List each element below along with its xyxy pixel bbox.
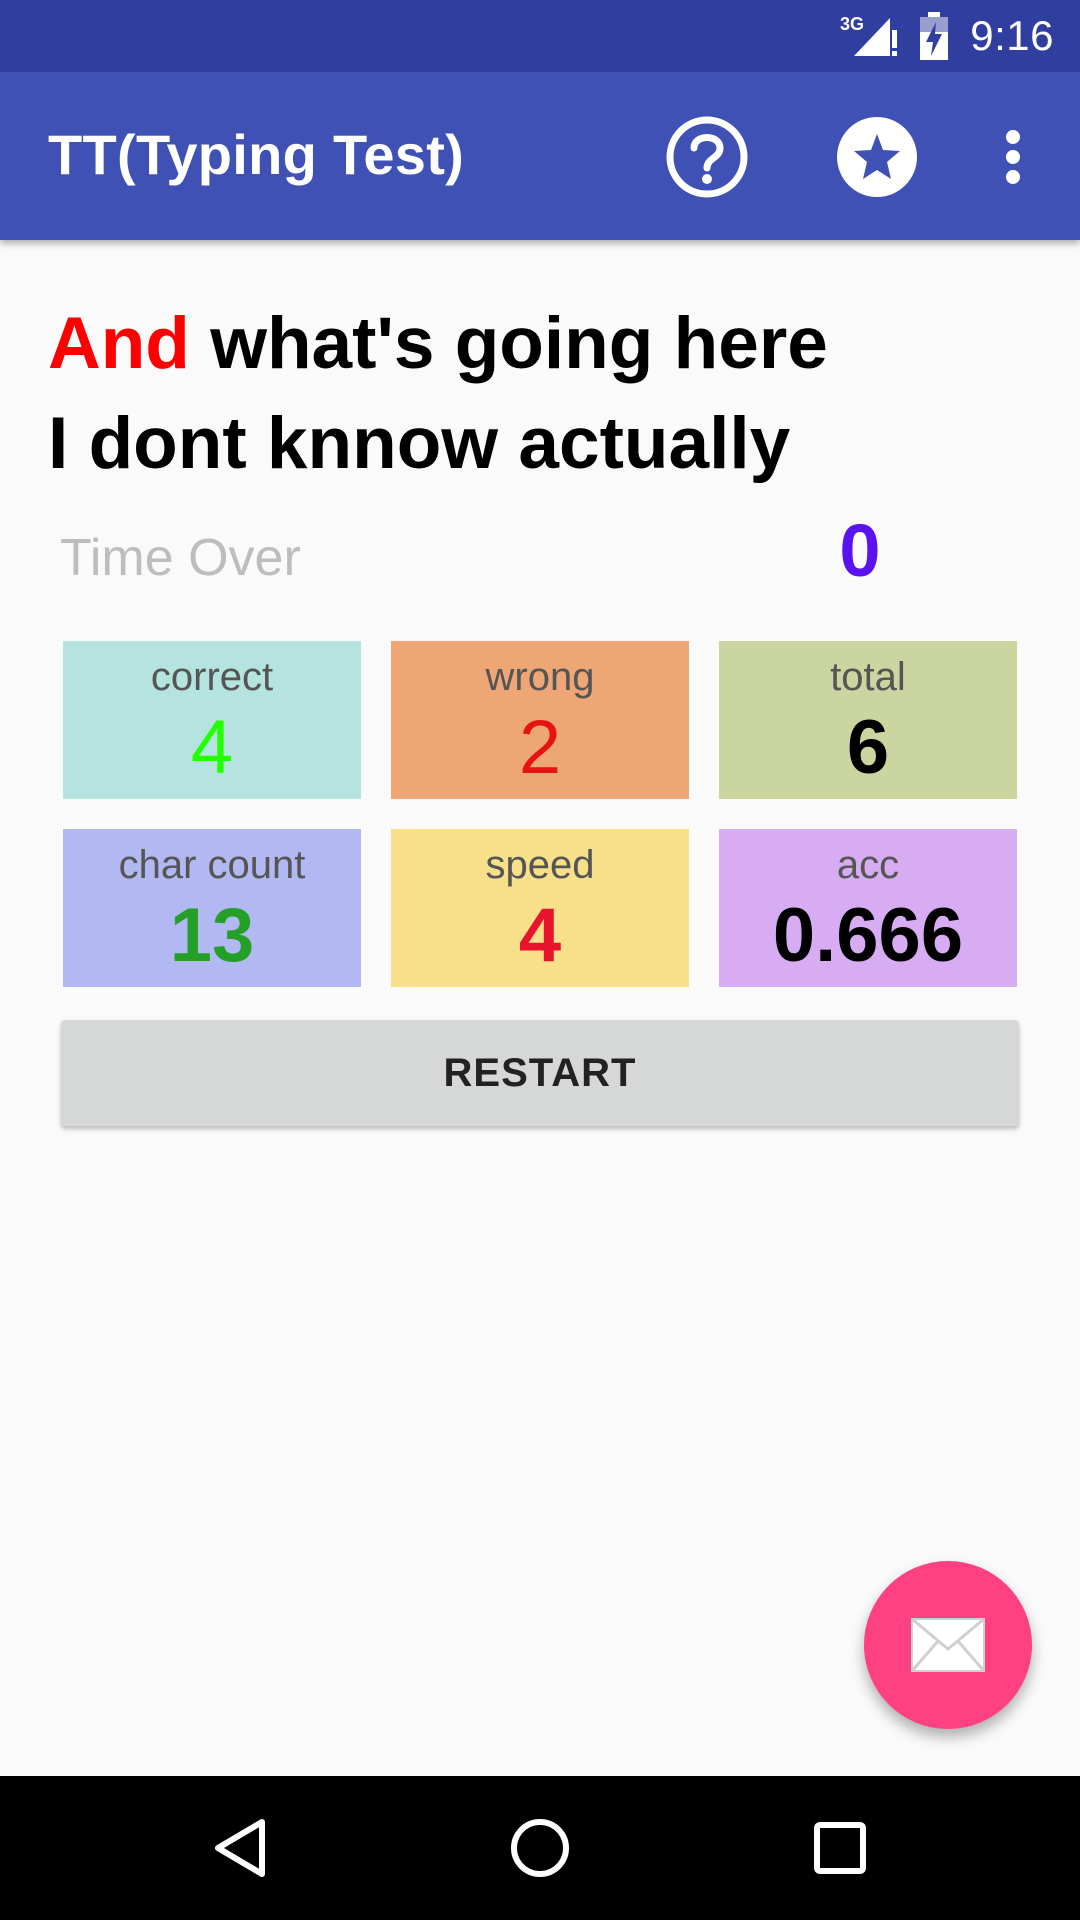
sentence-rest-line1: what's going here: [189, 303, 828, 384]
app-title: TT(Typing Test): [48, 123, 465, 186]
correct-value: 4: [190, 705, 234, 790]
speed-value: 4: [518, 893, 562, 978]
back-icon: [215, 1819, 265, 1877]
home-icon: [511, 1819, 569, 1877]
overflow-menu-button[interactable]: [990, 122, 1036, 192]
timer-value: 0: [839, 509, 881, 592]
home-button[interactable]: [490, 1798, 590, 1898]
correct-card: correct 4: [63, 641, 361, 799]
time-status-label: Time Over: [60, 529, 301, 587]
char-count-label: char count: [118, 843, 306, 887]
battery-charging-icon: [920, 12, 949, 60]
help-button[interactable]: [664, 114, 750, 200]
accuracy-card: acc 0.666: [719, 829, 1017, 987]
help-icon: [666, 116, 748, 198]
speed-label: speed: [485, 843, 595, 887]
speed-card: speed 4: [391, 829, 689, 987]
navigation-bar: [0, 1776, 1080, 1920]
accuracy-label: acc: [836, 843, 900, 887]
mail-icon: [910, 1617, 986, 1672]
email-fab[interactable]: [864, 1561, 1032, 1729]
app-bar: TT(Typing Test): [0, 72, 1080, 240]
total-value: 6: [846, 705, 890, 790]
wrong-card: wrong 2: [391, 641, 689, 799]
rate-button[interactable]: [834, 114, 920, 200]
wrong-value: 2: [518, 705, 562, 790]
total-label: total: [830, 655, 906, 699]
svg-text:3G: 3G: [840, 14, 864, 34]
recents-icon: [814, 1822, 866, 1874]
signal-icon: 3G: [840, 12, 900, 60]
screen: 3G 9:16 TT(Typing Test) And what's going…: [0, 0, 1080, 1920]
char-count-card: char count 13: [63, 829, 361, 987]
sentence-line2: I dont knnow actually: [48, 403, 791, 484]
correct-label: correct: [150, 655, 274, 699]
restart-button[interactable]: RESTART: [61, 1020, 1019, 1126]
star-icon: [837, 117, 917, 197]
back-button[interactable]: [190, 1798, 290, 1898]
total-card: total 6: [719, 641, 1017, 799]
char-count-value: 13: [169, 893, 255, 978]
status-time: 9:16: [970, 12, 1054, 59]
recents-button[interactable]: [790, 1798, 890, 1898]
more-vert-icon: [1006, 130, 1020, 184]
status-bar: 3G 9:16: [0, 0, 1080, 72]
typing-sentence: And what's going here I dont knnow actua…: [48, 294, 1048, 494]
current-word: And: [48, 303, 190, 384]
wrong-label: wrong: [485, 655, 595, 699]
accuracy-value: 0.666: [772, 893, 964, 978]
